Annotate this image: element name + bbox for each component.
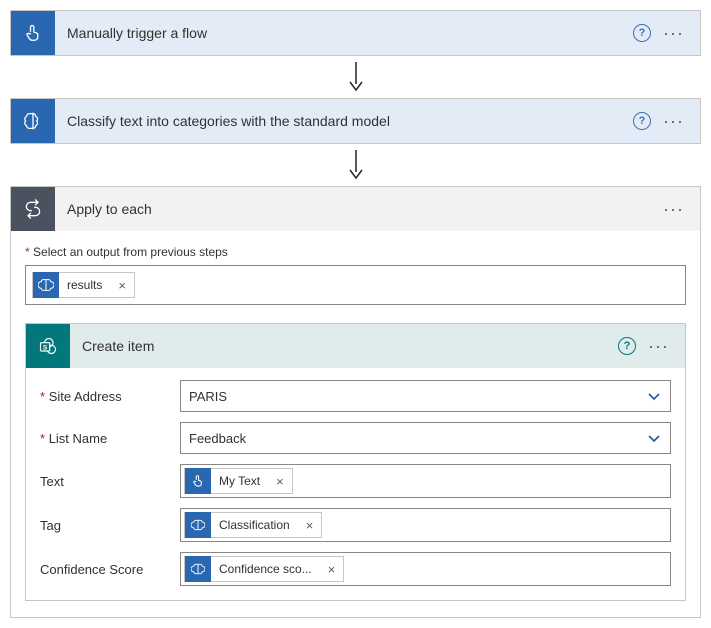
site-address-select[interactable]: PARIS (180, 380, 671, 412)
step-header: Manually trigger a flow ? ··· (11, 11, 700, 55)
row-list-name: * List Name Feedback (40, 422, 671, 454)
connector-arrow (10, 56, 701, 98)
tag-input[interactable]: Classification × (180, 508, 671, 542)
step-apply-to-each: Apply to each ··· * Select an output fro… (10, 186, 701, 618)
token-results[interactable]: results × (32, 272, 135, 298)
connector-arrow (10, 144, 701, 186)
header-actions: ? ··· (618, 337, 685, 355)
field-label: * Site Address (40, 389, 180, 404)
token-label: Confidence sco... (211, 562, 320, 576)
help-icon[interactable]: ? (633, 24, 651, 42)
chevron-down-icon[interactable] (646, 388, 662, 404)
list-name-select[interactable]: Feedback (180, 422, 671, 454)
token-label: Classification (211, 518, 298, 532)
more-icon[interactable]: ··· (659, 28, 688, 38)
chevron-down-icon[interactable] (646, 430, 662, 446)
label-text: List Name (49, 431, 108, 446)
sharepoint-icon: S (26, 324, 70, 368)
step-title: Classify text into categories with the s… (55, 113, 633, 129)
header-actions: ? ··· (633, 24, 700, 42)
more-icon[interactable]: ··· (644, 341, 673, 351)
more-icon[interactable]: ··· (659, 116, 688, 126)
token-label: My Text (211, 474, 268, 488)
required-mark: * (40, 389, 45, 404)
label-text: Site Address (49, 389, 122, 404)
field-label: Tag (40, 518, 180, 533)
apply-body: * Select an output from previous steps r… (11, 231, 700, 617)
field-label: Text (40, 474, 180, 489)
token-my-text[interactable]: My Text × (184, 468, 293, 494)
help-icon[interactable]: ? (633, 112, 651, 130)
step-create-item: S Create item ? ··· * Site Address PARIS (25, 323, 686, 601)
token-confidence-score[interactable]: Confidence sco... × (184, 556, 344, 582)
field-value: Feedback (189, 431, 246, 446)
row-text: Text My Text × (40, 464, 671, 498)
close-icon[interactable]: × (268, 474, 292, 489)
text-input[interactable]: My Text × (180, 464, 671, 498)
more-icon[interactable]: ··· (659, 204, 688, 214)
ai-icon (185, 556, 211, 582)
step-classify[interactable]: Classify text into categories with the s… (10, 98, 701, 144)
svg-text:S: S (43, 344, 48, 351)
confidence-input[interactable]: Confidence sco... × (180, 552, 671, 586)
output-label-text: Select an output from previous steps (33, 245, 228, 259)
step-header[interactable]: Apply to each ··· (11, 187, 700, 231)
ai-icon (33, 272, 59, 298)
close-icon[interactable]: × (298, 518, 322, 533)
row-site-address: * Site Address PARIS (40, 380, 671, 412)
touch-icon (11, 11, 55, 55)
field-value: PARIS (189, 389, 227, 404)
step-title: Create item (70, 338, 618, 354)
token-classification[interactable]: Classification × (184, 512, 322, 538)
row-confidence: Confidence Score Confidence sco... × (40, 552, 671, 586)
close-icon[interactable]: × (320, 562, 344, 577)
ai-icon (185, 512, 211, 538)
close-icon[interactable]: × (110, 278, 134, 293)
step-title: Manually trigger a flow (55, 25, 633, 41)
field-label: Confidence Score (40, 562, 180, 577)
required-mark: * (40, 431, 45, 446)
touch-icon (185, 468, 211, 494)
step-title: Apply to each (55, 201, 659, 217)
output-input[interactable]: results × (25, 265, 686, 305)
required-mark: * (25, 245, 30, 259)
step-header[interactable]: S Create item ? ··· (26, 324, 685, 368)
brain-icon (11, 99, 55, 143)
step-trigger[interactable]: Manually trigger a flow ? ··· (10, 10, 701, 56)
output-label: * Select an output from previous steps (25, 245, 686, 259)
step-header: Classify text into categories with the s… (11, 99, 700, 143)
loop-icon (11, 187, 55, 231)
help-icon[interactable]: ? (618, 337, 636, 355)
header-actions: ··· (659, 204, 700, 214)
row-tag: Tag Classification × (40, 508, 671, 542)
token-label: results (59, 278, 110, 292)
create-item-body: * Site Address PARIS * List Name (26, 368, 685, 600)
header-actions: ? ··· (633, 112, 700, 130)
field-label: * List Name (40, 431, 180, 446)
